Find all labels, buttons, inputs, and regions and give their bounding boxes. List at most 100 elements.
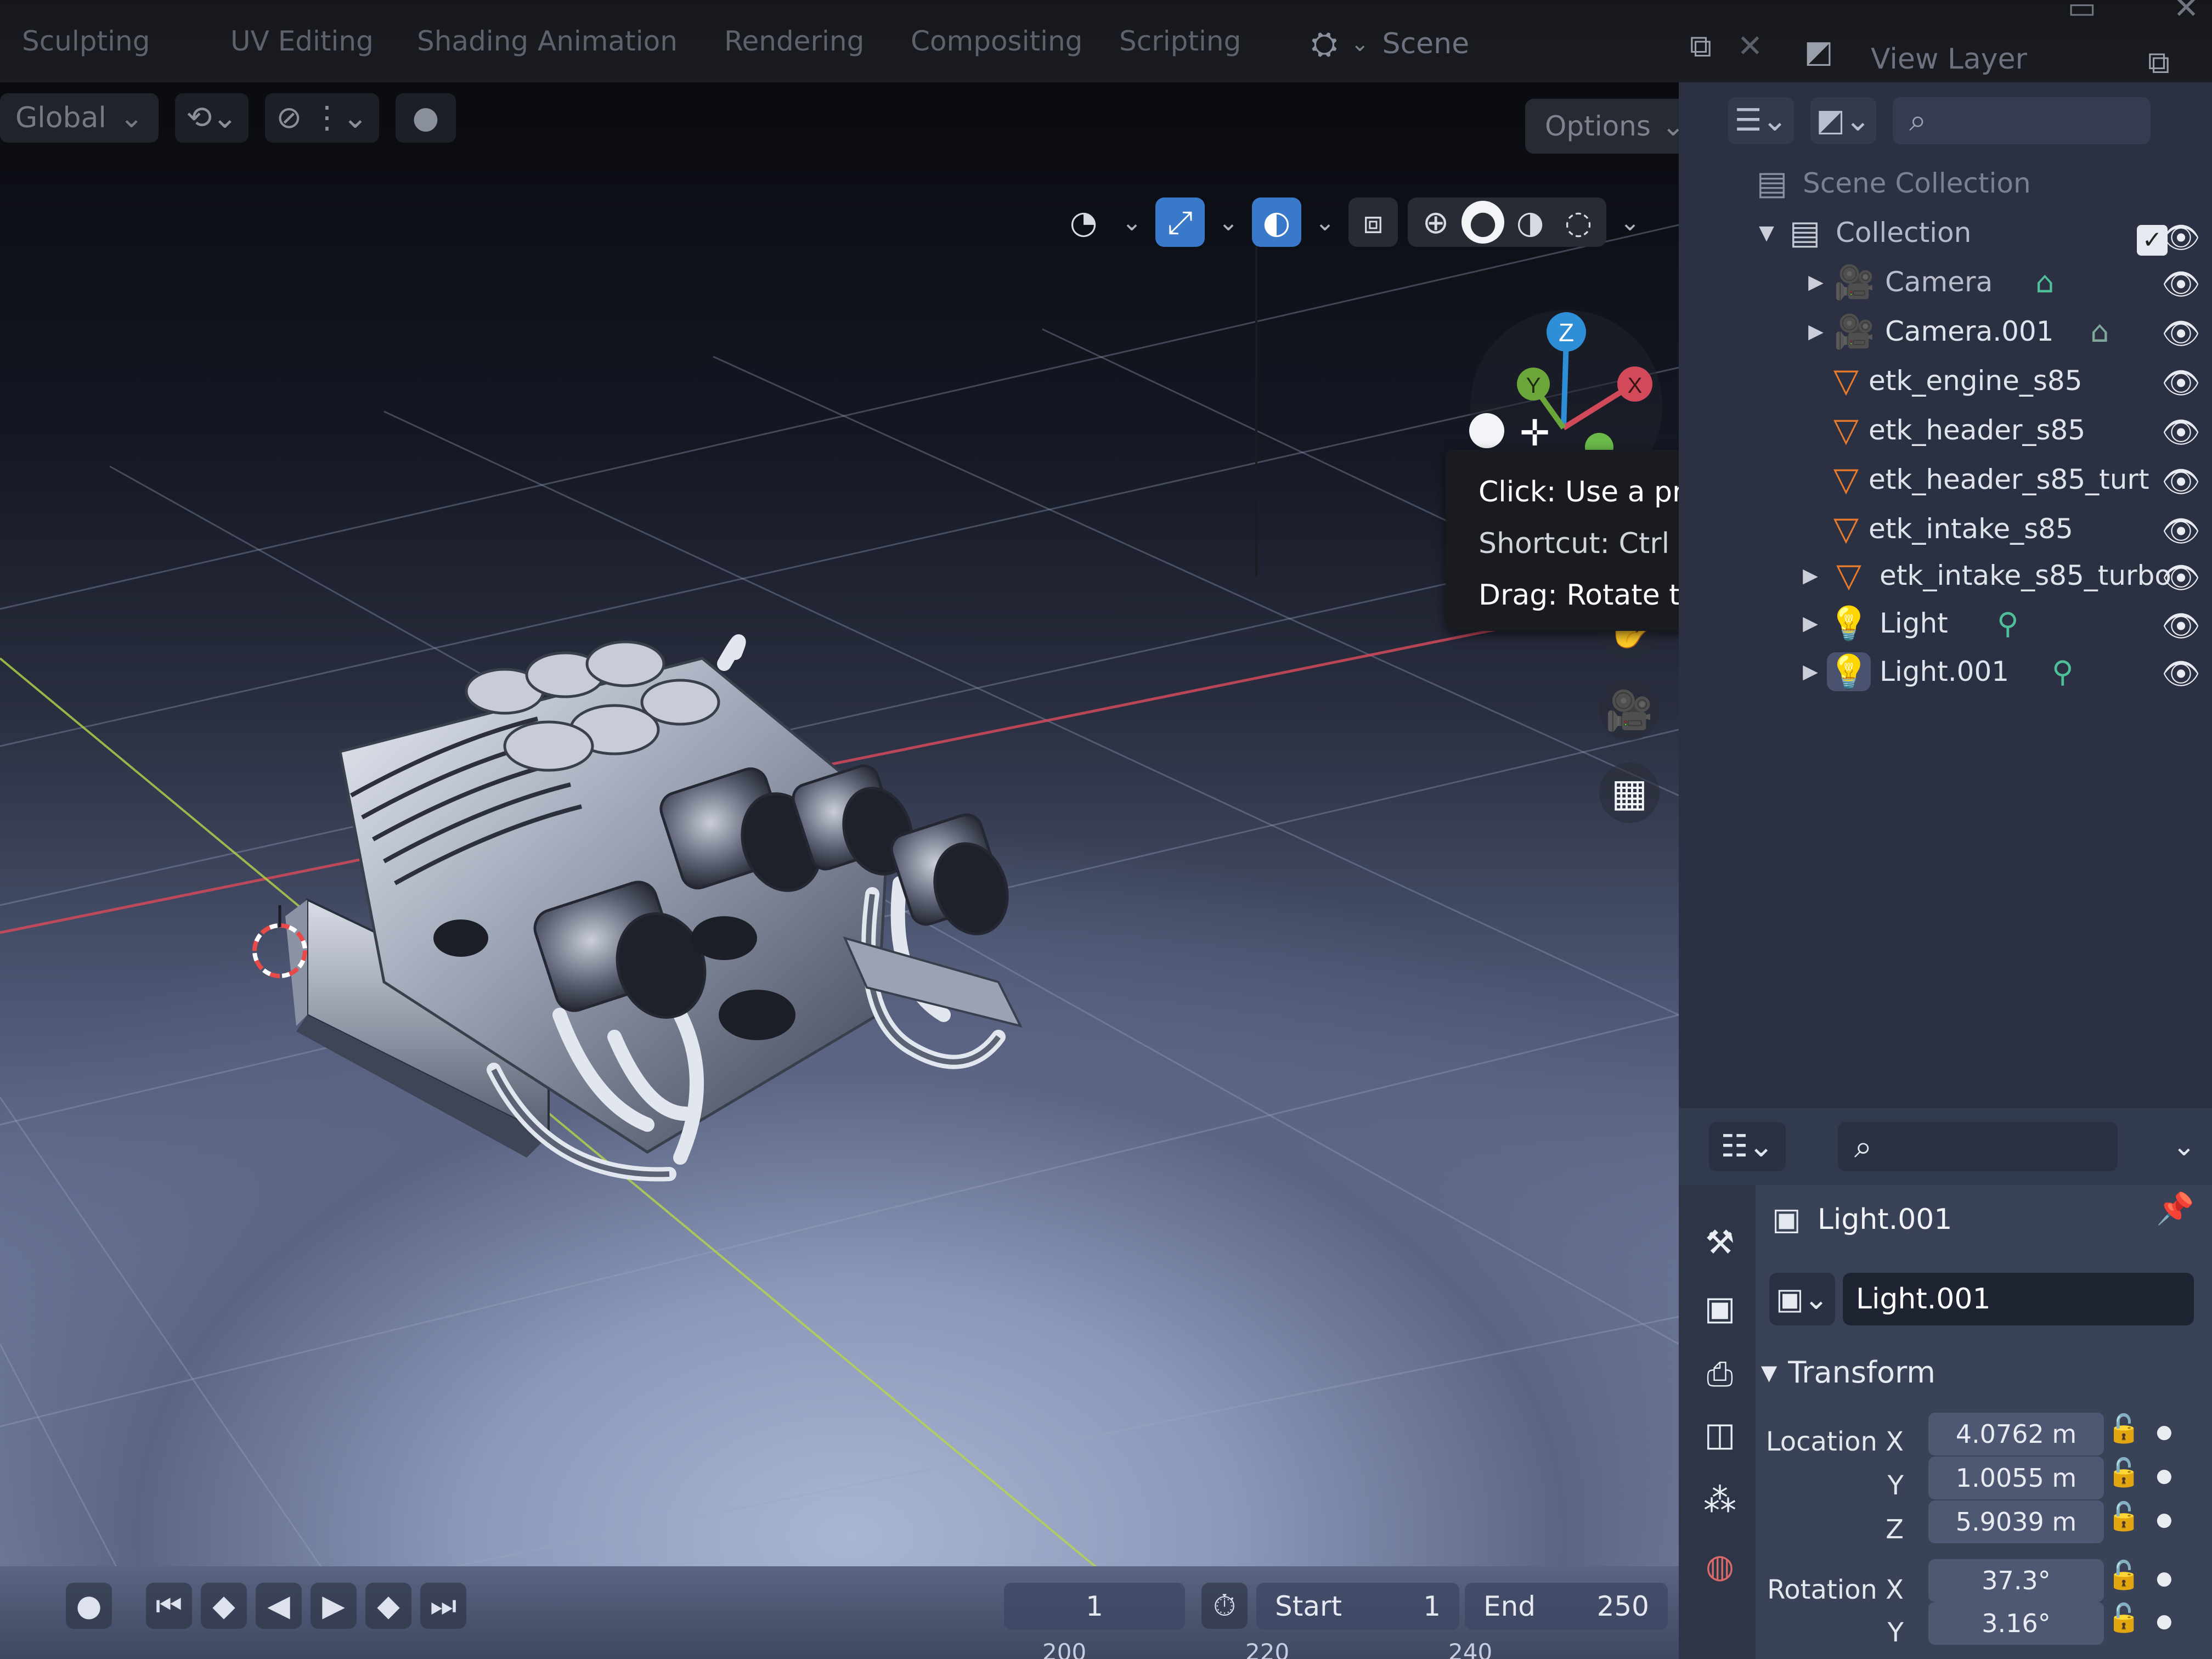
rotation-y-field[interactable]: 3.16° [1928,1602,2104,1645]
scene-selector[interactable]: ⛭ ⌄ Scene [1311,22,1469,66]
outliner-item-etk-intake-s85-turbo[interactable]: ▶ ▽ etk_intake_s85_turbo [1794,551,2171,600]
rendered-shading-button[interactable]: ◌ [1556,198,1601,247]
lock-icon[interactable]: 🔓 [2107,1602,2141,1634]
material-preview-button[interactable]: ◑ [1508,198,1553,247]
eye-icon[interactable]: 👁 [2162,315,2200,352]
scene-collection-row[interactable]: ▤ Scene Collection [1750,159,2031,207]
outliner-item-etk-header-s85-turbo[interactable]: ▽ etk_header_s85_turt [1832,455,2149,504]
outliner-item-etk-engine-s85[interactable]: ▽ etk_engine_s85 [1832,357,2083,405]
outliner-item-light-001[interactable]: ▶ 💡 Light.001 ⚲ [1794,647,2074,696]
expand-arrow-icon[interactable]: ▶ [1794,565,1827,587]
expand-arrow-icon[interactable]: ▶ [1799,271,1832,294]
options-dropdown[interactable]: Options ⌄ [1525,99,1679,154]
collection-row[interactable]: ▼ ▤ Collection [1750,208,1971,257]
play-button[interactable]: ▶ [311,1583,357,1629]
outliner-item-light[interactable]: ▶ 💡 Light ⚲ [1794,599,2018,647]
eye-icon[interactable]: 👁 [2162,464,2200,500]
eye-icon[interactable]: 👁 [2162,414,2200,450]
transform-orientation-dropdown[interactable]: Global ⌄ [0,93,159,143]
window-restore-icon[interactable]: ▭ [2063,0,2101,27]
keyframe-dot-icon[interactable]: ● [2156,1465,2172,1487]
pivot-point-button[interactable]: ⟲⌄ [175,93,249,143]
3d-viewport[interactable]: Global ⌄ ⟲⌄ ⊘ ⋮⌄ ● Options ⌄ ◔ ⌄ ⤢ ⌄ ◐ ⌄… [0,82,1679,1659]
eye-icon[interactable]: 👁 [2162,513,2200,549]
outliner-item-etk-header-s85[interactable]: ▽ etk_header_s85 [1832,406,2085,454]
rotation-x-field[interactable]: 37.3° [1928,1559,2104,1602]
tab-uv-editing[interactable]: UV Editing [208,22,396,60]
object-browse-dropdown[interactable]: ▣⌄ [1769,1273,1835,1325]
close-icon[interactable]: ✕ [2167,0,2205,27]
lock-icon[interactable]: 🔓 [2107,1457,2141,1489]
tab-rendering[interactable]: Rendering [702,22,886,60]
tab-output[interactable]: ⎙ [1695,1350,1745,1399]
expand-arrow-icon[interactable]: ▶ [1794,612,1827,635]
visibility-button[interactable]: ◔ [1059,198,1108,247]
jump-end-button[interactable]: ⏭ [420,1583,466,1629]
chevron-down-icon[interactable]: ⌄ [1311,208,1339,236]
eye-icon[interactable]: 👁 [2162,219,2200,256]
filter-dropdown[interactable]: ◩⌄ [1810,97,1876,144]
datablock-row: ▣⌄ Light.001 [1769,1273,2194,1325]
object-name-input[interactable]: Light.001 [1843,1273,2194,1325]
play-reverse-button[interactable]: ◀ [256,1583,302,1629]
snap-button[interactable]: ⊘ ⋮⌄ [265,93,379,143]
eye-icon[interactable]: 👁 [2162,560,2200,596]
delete-scene-icon[interactable]: ✕ [1731,27,1769,66]
keyframe-dot-icon[interactable]: ● [2156,1421,2172,1443]
prev-keyframe-button[interactable]: ◆ [201,1583,247,1629]
eye-icon[interactable]: 👁 [2162,656,2200,692]
lock-icon[interactable]: 🔓 [2107,1500,2141,1533]
xray-toggle-button[interactable]: ⧈ [1348,198,1398,247]
expand-arrow-icon[interactable]: ▶ [1794,661,1827,683]
location-y-field[interactable]: 1.0055 m [1928,1457,2104,1499]
next-keyframe-button[interactable]: ◆ [365,1583,411,1629]
lock-icon[interactable]: 🔓 [2107,1559,2141,1592]
start-frame-field[interactable]: Start 1 [1256,1583,1459,1630]
record-button[interactable]: ● [66,1583,112,1629]
overlay-toggle-button[interactable]: ◐ [1252,198,1301,247]
location-x-field[interactable]: 4.0762 m [1928,1413,2104,1455]
outliner-search-input[interactable]: ⌕ [1893,97,2151,144]
jump-start-button[interactable]: ⏮ [146,1583,192,1629]
tab-animation[interactable]: Animation [516,22,699,60]
outliner-item-camera-001[interactable]: ▶ 🎥 Camera.001 ⌂ [1799,307,2109,356]
tab-tool[interactable]: ⚒ [1695,1218,1745,1267]
outliner-item-camera[interactable]: ▶ 🎥 Camera ⌂ [1799,258,2054,306]
view-layer-name[interactable]: View Layer [1871,43,2027,76]
tab-compositing[interactable]: Compositing [889,22,1104,60]
proportional-edit-button[interactable]: ● [395,93,456,143]
editor-type-dropdown[interactable]: ☷⌄ [1709,1122,1786,1171]
wireframe-shading-button[interactable]: ⊕ [1413,198,1458,247]
chevron-down-icon[interactable]: ⌄ [1118,208,1146,236]
expand-arrow-icon[interactable]: ▼ [1750,222,1783,244]
tab-sculpting[interactable]: Sculpting [0,22,172,60]
use-preview-range-button[interactable]: ⏱ [1201,1583,1248,1629]
keyframe-dot-icon[interactable]: ● [2156,1567,2172,1589]
keyframe-dot-icon[interactable]: ● [2156,1509,2172,1531]
chevron-down-icon[interactable]: ⌄ [1616,208,1644,236]
tab-scripting[interactable]: Scripting [1097,22,1263,60]
ortho-toggle-button[interactable]: ▦ [1599,763,1660,823]
tab-render[interactable]: ▣ [1695,1284,1745,1333]
chevron-down-icon[interactable]: ⌄ [1215,208,1242,236]
chevron-down-icon[interactable]: ⌄ [2172,1130,2196,1162]
expand-arrow-icon[interactable]: ▶ [1799,320,1832,343]
gizmo-toggle-button[interactable]: ⤢ [1155,198,1205,247]
lock-icon[interactable]: 🔓 [2107,1413,2141,1445]
keyframe-dot-icon[interactable]: ● [2156,1610,2172,1632]
end-frame-field[interactable]: End 250 [1465,1583,1668,1630]
new-scene-icon[interactable]: ⧉ [1681,27,1720,66]
location-z-field[interactable]: 5.9039 m [1928,1500,2104,1543]
outliner-item-etk-intake-s85[interactable]: ▽ etk_intake_s85 [1832,505,2073,553]
eye-icon[interactable]: 👁 [2162,608,2200,644]
eye-icon[interactable]: 👁 [2162,365,2200,401]
solid-shading-button[interactable]: ● [1462,201,1504,244]
transform-section-header[interactable]: ▼ Transform [1761,1355,1936,1390]
camera-view-button[interactable]: 🎥 [1599,680,1660,741]
pin-icon[interactable]: 📌 [2156,1190,2194,1227]
properties-search-input[interactable]: ⌕ [1838,1122,2118,1171]
display-mode-dropdown[interactable]: ☰⌄ [1728,97,1794,144]
current-frame-field[interactable]: 1 [1004,1583,1185,1630]
eye-icon[interactable]: 👁 [2162,266,2200,302]
new-view-layer-icon[interactable]: ⧉ [2140,44,2178,82]
